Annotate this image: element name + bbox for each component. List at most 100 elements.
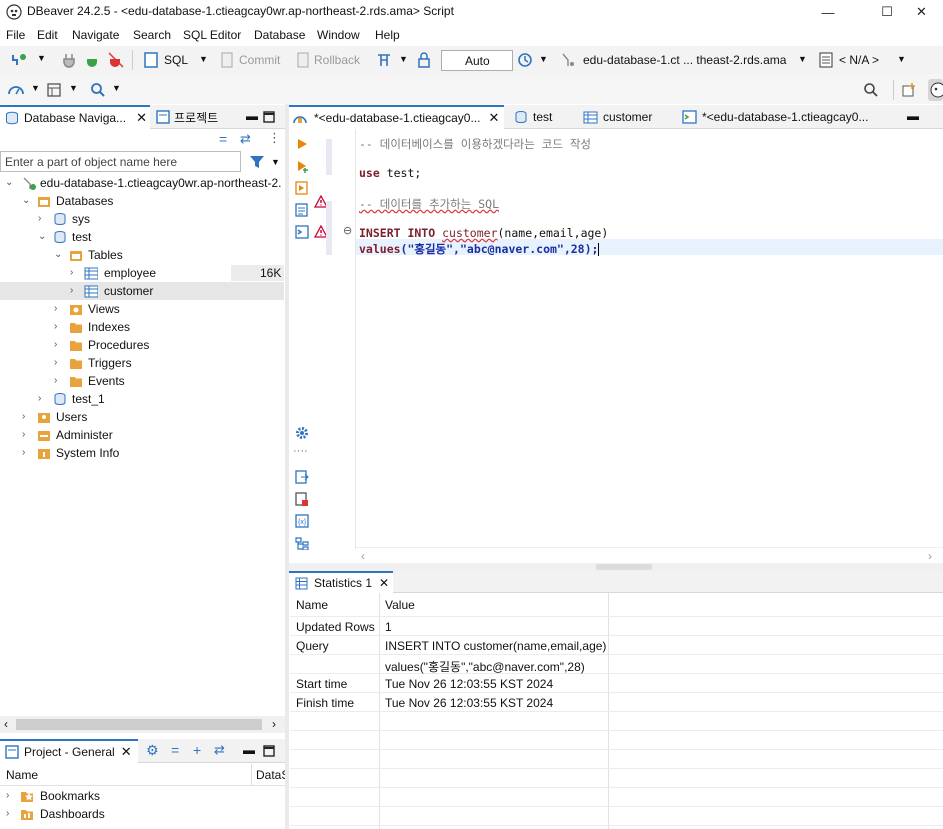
transaction-mode-icon[interactable] — [376, 52, 392, 68]
commit-button[interactable]: Commit — [239, 53, 280, 67]
global-search-icon[interactable] — [863, 82, 879, 98]
schema-icon[interactable] — [819, 52, 833, 68]
scroll-left-icon[interactable]: ‹ — [4, 717, 8, 731]
tree-item-users[interactable]: › Users — [0, 408, 284, 426]
column-datasource-header[interactable]: DataS — [256, 768, 285, 782]
tab-statistics[interactable]: Statistics 1 ✕ — [289, 571, 393, 593]
statistics-row[interactable]: Start time Tue Nov 26 12:03:55 KST 2024 — [290, 674, 943, 693]
collapsed-chevron-icon[interactable]: › — [54, 375, 64, 387]
close-navigator-icon[interactable]: ✕ — [136, 110, 147, 126]
editor-tab-test[interactable]: test — [514, 105, 574, 129]
new-connection-icon[interactable] — [10, 52, 28, 68]
collapse-all-icon[interactable]: = — [219, 131, 227, 147]
search-toolbar-icon[interactable] — [90, 82, 106, 98]
scrollbar-thumb[interactable] — [16, 719, 262, 730]
transaction-mode-select[interactable]: Auto — [441, 50, 513, 71]
open-perspective-icon[interactable] — [901, 82, 917, 98]
editor-tab-script[interactable]: *<edu-database-1.ctieagcay0... ✕ — [289, 105, 504, 129]
maximize-panel-icon[interactable] — [263, 111, 275, 123]
execute-new-tab-icon[interactable] — [295, 159, 309, 173]
tab-database-navigator[interactable]: Database Naviga... ✕ — [0, 105, 150, 129]
collapsed-chevron-icon[interactable]: › — [22, 429, 32, 441]
scroll-right-icon[interactable]: › — [928, 549, 932, 563]
splitter-handle[interactable] — [596, 564, 652, 570]
tree-item-databases[interactable]: ⌄ Databases — [0, 192, 284, 210]
statistics-row[interactable]: Finish time Tue Nov 26 12:03:55 KST 2024 — [290, 693, 943, 712]
statistics-row[interactable]: Query INSERT INTO customer(name,email,ag… — [290, 636, 943, 655]
invalidate-reconnect-icon[interactable] — [85, 52, 101, 68]
tab-project-general[interactable]: Project - General ✕ — [0, 739, 138, 763]
minimize-panel-icon[interactable]: ▬ — [246, 109, 258, 123]
collapsed-chevron-icon[interactable]: › — [38, 213, 48, 225]
dbeaver-perspective-button[interactable] — [928, 79, 943, 101]
close-project-icon[interactable]: ✕ — [121, 744, 132, 760]
variables-icon[interactable]: {x} — [295, 514, 309, 528]
menu-window[interactable]: Window — [317, 28, 360, 42]
scroll-left-icon[interactable]: ‹ — [361, 549, 365, 563]
search-dropdown-icon[interactable]: ▼ — [112, 83, 121, 93]
tree-item-events[interactable]: › Events — [0, 372, 284, 390]
collapsed-chevron-icon[interactable]: › — [22, 411, 32, 423]
collapsed-chevron-icon[interactable]: › — [54, 321, 64, 333]
history-icon[interactable] — [517, 52, 533, 68]
schema-dropdown-icon[interactable]: ▼ — [897, 54, 906, 64]
menu-file[interactable]: File — [6, 28, 25, 42]
tasks-dropdown-icon[interactable]: ▼ — [69, 83, 78, 93]
collapsed-chevron-icon[interactable]: › — [70, 285, 80, 297]
active-schema-label[interactable]: < N/A > — [839, 53, 879, 67]
tree-item-administer[interactable]: › Administer — [0, 426, 284, 444]
history-dropdown-icon[interactable]: ▼ — [539, 54, 548, 64]
collapse-icon[interactable]: = — [171, 742, 179, 758]
editor-results-splitter[interactable] — [289, 563, 943, 571]
filter-icon[interactable] — [249, 155, 265, 169]
project-settings-icon[interactable]: ⚙ — [146, 742, 159, 759]
collapsed-chevron-icon[interactable]: › — [6, 790, 16, 802]
tree-item-test-1[interactable]: › test_1 — [0, 390, 284, 408]
expand-chevron-icon[interactable]: ⌄ — [22, 195, 32, 207]
tree-item-customer[interactable]: › customer — [0, 282, 284, 300]
collapsed-chevron-icon[interactable]: › — [54, 339, 64, 351]
close-tab-icon[interactable]: ✕ — [379, 576, 389, 590]
view-menu-icon[interactable]: ⋮ — [268, 130, 281, 146]
active-connection-icon[interactable] — [560, 52, 576, 68]
menu-database[interactable]: Database — [254, 28, 305, 42]
tree-item-sys[interactable]: › sys — [0, 210, 284, 228]
execute-script-new-tab-icon[interactable] — [295, 203, 309, 217]
menu-edit[interactable]: Edit — [37, 28, 58, 42]
commit-icon[interactable] — [220, 52, 234, 68]
tree-item-tables[interactable]: ⌄ Tables — [0, 246, 284, 264]
disconnect-icon[interactable] — [108, 52, 124, 68]
tree-item-test[interactable]: ⌄ test — [0, 228, 284, 246]
filter-dropdown-icon[interactable]: ▼ — [271, 157, 280, 167]
minimize-editor-icon[interactable]: ▬ — [907, 109, 919, 123]
tree-item-views[interactable]: › Views — [0, 300, 284, 318]
navigator-filter-input[interactable]: Enter a part of object name here — [0, 151, 241, 172]
execute-statement-icon[interactable] — [295, 137, 309, 151]
editor-hscrollbar[interactable]: ‹ › — [356, 547, 943, 563]
load-file-icon[interactable] — [295, 492, 309, 506]
connect-icon[interactable] — [62, 52, 76, 68]
outline-icon[interactable] — [295, 536, 309, 550]
explain-plan-icon[interactable] — [295, 225, 309, 239]
project-item-dashboards[interactable]: › Dashboards — [0, 805, 284, 823]
new-connection-dropdown-icon[interactable]: ▼ — [37, 53, 46, 63]
column-divider[interactable] — [251, 764, 252, 786]
statistics-row[interactable]: values("홍길동","abc@naver.com",28) — [290, 655, 943, 674]
tree-item-indexes[interactable]: › Indexes — [0, 318, 284, 336]
minimize-button[interactable]: — — [805, 0, 851, 24]
collapsed-chevron-icon[interactable]: › — [54, 357, 64, 369]
menu-sql-editor[interactable]: SQL Editor — [183, 28, 241, 42]
tree-item-procedures[interactable]: › Procedures — [0, 336, 284, 354]
navigator-hscrollbar[interactable]: ‹ › — [0, 716, 285, 733]
more-actions-icon[interactable]: ···· — [293, 445, 308, 457]
editor-tab-console[interactable]: *<edu-database-1.ctieagcay0... — [682, 105, 882, 129]
collapsed-chevron-icon[interactable]: › — [22, 447, 32, 459]
settings-gear-icon[interactable] — [295, 426, 309, 440]
statistics-row[interactable]: Updated Rows 1 — [290, 617, 943, 636]
expand-chevron-icon[interactable]: ⌄ — [38, 231, 48, 243]
expand-chevron-icon[interactable]: ⌄ — [54, 249, 64, 261]
collapsed-chevron-icon[interactable]: › — [6, 808, 16, 820]
tab-projects[interactable]: 프로젝트 — [154, 105, 240, 129]
database-tasks-icon[interactable] — [46, 82, 62, 98]
editor-tab-customer[interactable]: customer — [583, 105, 673, 129]
